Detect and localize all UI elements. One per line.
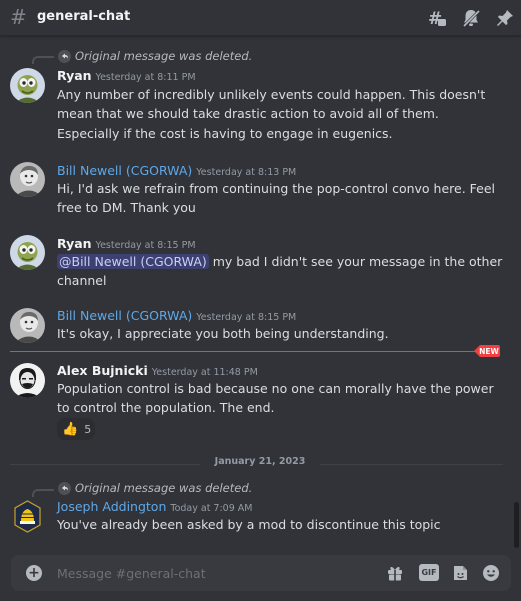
reply-text: Original message was deleted. [75, 49, 253, 63]
date-divider-line [320, 464, 503, 465]
message-timestamp: Yesterday at 11:48 PM [151, 367, 258, 378]
gif-button[interactable]: GIF [419, 564, 439, 581]
message-content: Any number of incredibly unlikely events… [57, 87, 486, 121]
alex-avatar[interactable] [10, 363, 45, 398]
message-author[interactable]: Ryan Yesterday at 8:11 PM [57, 68, 196, 83]
message-timestamp: Today at 7:09 AM [170, 503, 253, 514]
emoji-icon[interactable] [482, 564, 500, 582]
date-divider: January 21, 2023 [214, 456, 306, 467]
message-input[interactable] [57, 565, 327, 581]
message-content: Hi, I'd ask we refrain from continuing t… [57, 181, 496, 215]
reply-icon [58, 49, 71, 63]
scrollbar-thumb[interactable] [514, 502, 519, 548]
reply-spine [32, 56, 54, 64]
channel-hash-icon: # [10, 5, 27, 29]
sticker-icon[interactable] [451, 564, 469, 582]
add-attachment-button[interactable]: + [26, 565, 42, 581]
bill-avatar[interactable] [10, 308, 45, 343]
message-composer[interactable]: + GIF [11, 555, 511, 591]
reaction-count: 5 [84, 422, 92, 436]
new-badge: NEW [474, 345, 500, 357]
plus-icon: + [28, 564, 40, 581]
message-content: You've already been asked by a mod to di… [57, 517, 441, 532]
message-timestamp: Yesterday at 8:15 PM [196, 312, 297, 323]
message-author[interactable]: Ryan Yesterday at 8:15 PM [57, 236, 196, 251]
message-author[interactable]: Bill Newell (CGORWA) Yesterday at 8:13 PM [57, 163, 296, 178]
reply-preview[interactable]: Original message was deleted. [58, 49, 252, 63]
thumbs-up-icon: 👍 [62, 421, 79, 437]
date-divider-line [10, 464, 200, 465]
message-list[interactable]: Original message was deleted. Ryan Yester… [0, 37, 521, 549]
channel-name: general-chat [37, 9, 131, 24]
notification-muted-icon[interactable] [461, 8, 481, 28]
reaction-thumbs-up[interactable]: 👍 5 [57, 418, 95, 440]
joseph-avatar[interactable] [10, 499, 45, 534]
reply-text: Original message was deleted. [75, 481, 253, 495]
message-content: Population control is bad because no one… [57, 381, 494, 415]
user-mention[interactable]: @Bill Newell (CGORWA) [57, 254, 209, 269]
message-timestamp: Yesterday at 8:13 PM [196, 167, 297, 178]
ryan-avatar[interactable] [10, 68, 45, 103]
message-author[interactable]: Joseph Addington Today at 7:09 AM [57, 499, 252, 514]
new-messages-divider [10, 351, 500, 352]
message-timestamp: Yesterday at 8:15 PM [95, 240, 196, 251]
threads-icon[interactable]: # [427, 8, 447, 28]
reply-icon [58, 481, 71, 495]
pin-icon[interactable] [495, 8, 515, 28]
message-timestamp: Yesterday at 8:11 PM [95, 72, 196, 83]
ryan-avatar[interactable] [10, 235, 45, 270]
message-author[interactable]: Bill Newell (CGORWA) Yesterday at 8:15 PM [57, 308, 296, 323]
message-content: It's okay, I appreciate you both being u… [57, 326, 389, 341]
reply-preview[interactable]: Original message was deleted. [58, 481, 252, 495]
gift-icon[interactable] [386, 564, 404, 582]
message-author[interactable]: Alex Bujnicki Yesterday at 11:48 PM [57, 363, 258, 378]
message-content: Especially if the cost is having to enga… [57, 126, 393, 141]
reply-spine [32, 489, 54, 497]
channel-header: # general-chat # [0, 0, 521, 36]
bill-avatar[interactable] [10, 162, 45, 197]
message-content: @Bill Newell (CGORWA) my bad I didn't se… [57, 254, 503, 288]
